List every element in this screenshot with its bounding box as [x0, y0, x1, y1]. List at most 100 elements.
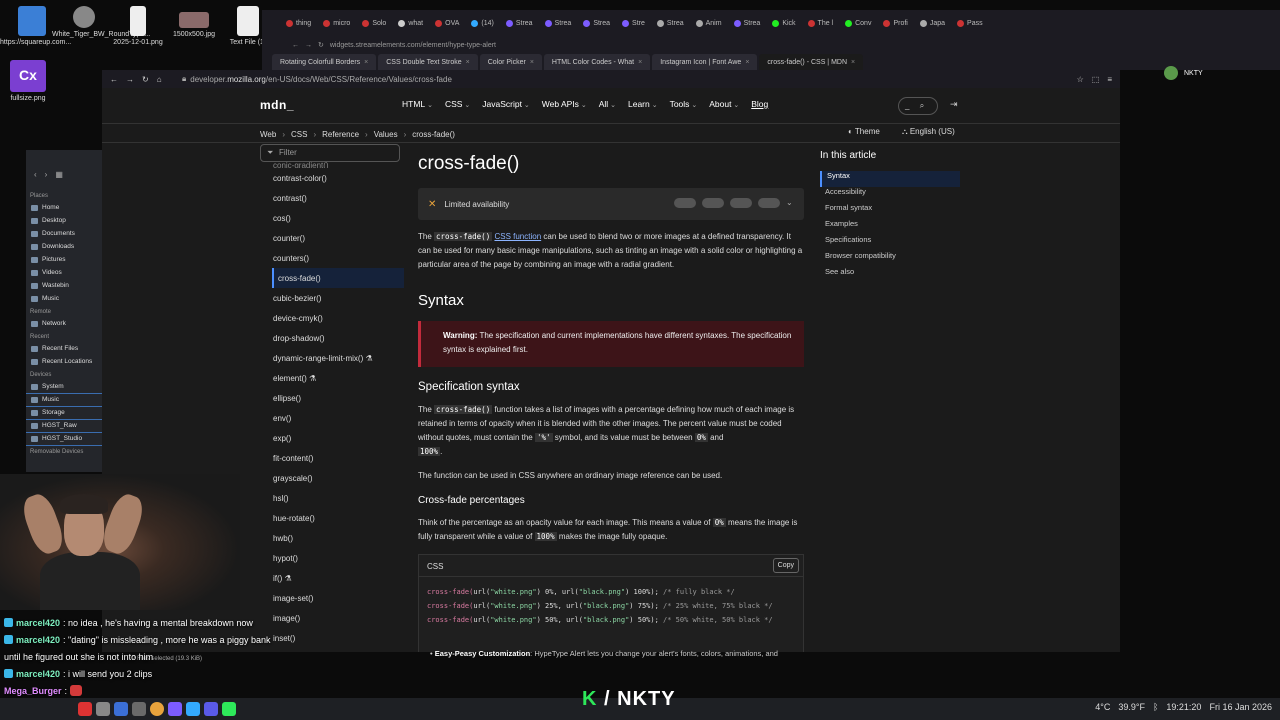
copy-button[interactable]: Copy: [772, 558, 799, 573]
back-icon[interactable]: ←: [110, 75, 118, 84]
forward-icon[interactable]: →: [305, 42, 312, 49]
fm-item-wastebin[interactable]: Wastebin: [26, 280, 102, 293]
css-function-link[interactable]: CSS function: [494, 232, 541, 241]
toc-item-formal-syntax[interactable]: Formal syntax: [820, 203, 960, 219]
app-icon[interactable]: [132, 702, 146, 716]
bg-tab[interactable]: Strea: [730, 14, 765, 32]
bg-tab[interactable]: thing: [282, 14, 315, 32]
nav-javascript[interactable]: JavaScript: [482, 99, 530, 109]
bg-tab[interactable]: Strea: [502, 14, 537, 32]
sidebar-item[interactable]: drop-shadow(): [272, 328, 404, 348]
bg-tab[interactable]: Anim: [692, 14, 726, 32]
sidebar-item[interactable]: cubic-bezier(): [272, 288, 404, 308]
app-icon[interactable]: [204, 702, 218, 716]
sidebar-item[interactable]: dynamic-range-limit-mix() ⚗: [272, 348, 404, 368]
bg-tab[interactable]: Strea: [541, 14, 576, 32]
app-icon[interactable]: [114, 702, 128, 716]
sidebar-item[interactable]: counters(): [272, 248, 404, 268]
crumb-values[interactable]: Values: [374, 130, 398, 139]
nav-blog[interactable]: Blog: [751, 99, 768, 109]
bg-tab[interactable]: Solo: [358, 14, 390, 32]
bg-tab[interactable]: Profi: [879, 14, 911, 32]
app-icon[interactable]: [78, 702, 92, 716]
theme-switch[interactable]: ◐ Theme: [848, 127, 880, 136]
desktop-icon-png[interactable]: 2025-12-01.png: [106, 6, 170, 46]
app-icon[interactable]: [222, 702, 236, 716]
language-switch[interactable]: ⛬ English (US): [902, 127, 955, 137]
fm-item-home[interactable]: Home: [26, 202, 102, 215]
chevron-down-icon[interactable]: ⌄: [786, 198, 794, 208]
nav-learn[interactable]: Learn: [628, 99, 658, 109]
mdn-logo[interactable]: mdn_: [260, 98, 294, 112]
toc-item-syntax[interactable]: Syntax: [820, 171, 960, 187]
bluetooth-icon[interactable]: ᛒ: [1153, 702, 1158, 712]
sidebar-item[interactable]: grayscale(): [272, 468, 404, 488]
weather-readout[interactable]: 4°C: [1095, 702, 1110, 712]
back-icon[interactable]: ←: [292, 42, 299, 49]
fm-device-hgst-raw[interactable]: HGST_Raw: [26, 420, 102, 433]
sidebar-item[interactable]: image-set(): [272, 588, 404, 608]
fm-item-pictures[interactable]: Pictures: [26, 254, 102, 267]
toc-item-browser-compat[interactable]: Browser compatibility: [820, 251, 960, 267]
sidebar-item[interactable]: element() ⚗: [272, 368, 404, 388]
desktop-icon-fullsize[interactable]: Cx fullsize.png: [0, 60, 60, 102]
nav-all[interactable]: All: [599, 99, 616, 109]
back-icon[interactable]: ‹: [34, 170, 37, 190]
bookmark-star-icon[interactable]: ☆: [1077, 75, 1084, 84]
nav-css[interactable]: CSS: [445, 99, 470, 109]
home-icon[interactable]: ⌂: [157, 75, 162, 84]
menu-icon[interactable]: ≡: [1107, 75, 1112, 84]
fm-item-videos[interactable]: Videos: [26, 267, 102, 280]
fm-item-music[interactable]: Music: [26, 293, 102, 306]
nav-tools[interactable]: Tools: [670, 99, 698, 109]
sidebar-item[interactable]: contrast(): [272, 188, 404, 208]
fm-item-documents[interactable]: Documents: [26, 228, 102, 241]
fm-item-desktop[interactable]: Desktop: [26, 215, 102, 228]
sidebar-item[interactable]: hsl(): [272, 488, 404, 508]
forward-icon[interactable]: ›: [45, 170, 48, 190]
sidebar-item[interactable]: ellipse(): [272, 388, 404, 408]
bg-url-text[interactable]: widgets.streamelements.com/element/hype-…: [330, 42, 496, 49]
date[interactable]: Fri 16 Jan 2026: [1209, 702, 1272, 712]
reload-icon[interactable]: ↻: [142, 75, 149, 84]
login-icon[interactable]: ⇥: [950, 99, 958, 110]
bg-tab[interactable]: Strea: [579, 14, 614, 32]
fm-item-network[interactable]: Network: [26, 318, 102, 331]
sidebar-item[interactable]: counter(): [272, 228, 404, 248]
bg-tab[interactable]: Strea: [653, 14, 688, 32]
search-icon[interactable]: ⌕: [920, 101, 924, 110]
clock[interactable]: 19:21:20: [1166, 702, 1201, 712]
tab-rotating-borders[interactable]: Rotating Colorfull Borders ×: [272, 54, 377, 70]
sidebar-item-active[interactable]: cross-fade(): [272, 268, 404, 288]
browser-app-icon[interactable]: [150, 702, 164, 716]
toc-item-see-also[interactable]: See also: [820, 267, 960, 283]
sidebar-item[interactable]: fit-content(): [272, 448, 404, 468]
tab-instagram-icon[interactable]: Instagram Icon | Font Awe ×: [652, 54, 758, 70]
crumb-reference[interactable]: Reference: [322, 130, 359, 139]
fm-device-system[interactable]: System: [26, 381, 102, 394]
bg-tab[interactable]: Pass: [953, 14, 987, 32]
nav-web-apis[interactable]: Web APIs: [542, 99, 587, 109]
sidebar-item[interactable]: hwb(): [272, 528, 404, 548]
bg-tab[interactable]: OVA: [431, 14, 463, 32]
bg-tab[interactable]: what: [394, 14, 427, 32]
toc-item-accessibility[interactable]: Accessibility: [820, 187, 960, 203]
url-field[interactable]: 🔒︎ developer.mozilla.org/en-US/docs/Web/…: [182, 74, 1077, 84]
extensions-icon[interactable]: ⬚: [1092, 75, 1100, 84]
reload-icon[interactable]: ↻: [318, 41, 324, 49]
fm-item-recent-files[interactable]: Recent Files: [26, 343, 102, 356]
bg-tab[interactable]: Conv: [841, 14, 875, 32]
cpu-temp-readout[interactable]: 39.9°F: [1118, 702, 1145, 712]
view-icon[interactable]: ▦: [55, 170, 63, 190]
fm-device-storage[interactable]: Storage: [26, 407, 102, 420]
sidebar-item[interactable]: env(): [272, 408, 404, 428]
fm-device-music[interactable]: Music: [26, 394, 102, 407]
toc-item-specifications[interactable]: Specifications: [820, 235, 960, 251]
sidebar-filter-input[interactable]: ⏷ Filter: [260, 144, 400, 162]
bg-tab[interactable]: The l: [804, 14, 838, 32]
app-icon[interactable]: [96, 702, 110, 716]
tab-html-color-codes[interactable]: HTML Color Codes - What ×: [543, 54, 651, 70]
sidebar-item[interactable]: cos(): [272, 208, 404, 228]
search-input[interactable]: _ ⌕: [898, 97, 938, 115]
bg-tab[interactable]: Stre: [618, 14, 649, 32]
